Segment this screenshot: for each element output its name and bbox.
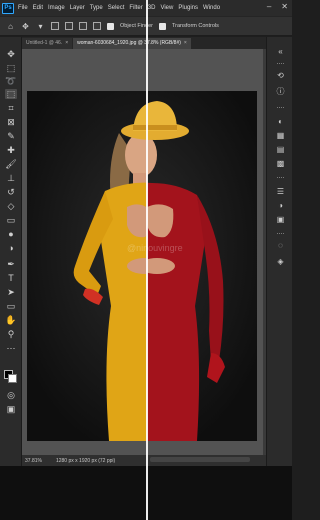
align-center-icon[interactable] <box>65 22 73 30</box>
panel-grip[interactable] <box>277 233 284 235</box>
history-icon[interactable]: ⟲ <box>275 71 286 81</box>
distribute-icon[interactable] <box>93 22 101 30</box>
minimize-icon[interactable]: – <box>267 2 271 11</box>
home-icon[interactable]: ⌂ <box>6 22 15 31</box>
pen-tool-icon[interactable]: ✒ <box>5 259 17 269</box>
healing-brush-icon[interactable]: ✚ <box>5 145 17 155</box>
background-color-swatch[interactable] <box>8 374 17 383</box>
tools-panel: ✥ ⬚ ➰ ⬚ ⌗ ⊠ ✎ ✚ 🖌 ⊥ ↺ ◇ ▭ ● ◑ ✒ T ➤ ▭ ✋ … <box>0 37 22 509</box>
color-panel-icon[interactable]: ◐ <box>275 117 286 127</box>
document-dimensions[interactable]: 1280 px x 1920 px (72 ppi) <box>56 458 115 464</box>
panel-grip[interactable] <box>277 107 284 109</box>
dropdown-icon[interactable]: ▾ <box>36 22 45 31</box>
canvas-area[interactable]: @ninouvingre <box>22 49 266 455</box>
brush-settings-icon[interactable]: ◌ <box>275 241 286 251</box>
info-icon[interactable]: ⓘ <box>275 87 286 97</box>
collapse-panels-icon[interactable]: « <box>275 47 286 57</box>
swatches-icon[interactable]: ▦ <box>275 131 286 141</box>
menu-plugins[interactable]: Plugins <box>178 5 198 11</box>
lasso-tool-icon[interactable]: ➰ <box>5 76 17 86</box>
brush-tool-icon[interactable]: 🖌 <box>5 159 17 169</box>
move-tool-icon[interactable]: ✥ <box>5 49 17 59</box>
photo-woman-dress: @ninouvingre <box>27 91 257 441</box>
menu-window[interactable]: Windo <box>203 5 220 11</box>
menu-edit[interactable]: Edit <box>33 5 43 11</box>
patterns-icon[interactable]: ▩ <box>275 159 286 169</box>
align-left-icon[interactable] <box>51 22 59 30</box>
adjustments-icon[interactable]: ◑ <box>275 201 286 211</box>
align-right-icon[interactable] <box>79 22 87 30</box>
crop-tool-icon[interactable]: ⌗ <box>5 103 17 113</box>
transform-controls-label: Transform Controls <box>172 23 219 29</box>
more-tools-icon[interactable]: ⋯ <box>5 343 17 353</box>
tab-untitled-label: Untitled-1 @ 46. <box>26 40 63 46</box>
libraries-icon[interactable]: ▣ <box>275 215 286 225</box>
document-canvas[interactable]: @ninouvingre <box>27 91 257 441</box>
before-after-divider[interactable] <box>146 0 148 520</box>
marquee-tool-icon[interactable]: ⬚ <box>5 63 17 73</box>
screen-mode-icon[interactable]: ▣ <box>5 404 17 414</box>
document-tabs: Untitled-1 @ 46. × woman-6030684_1920.jpg… <box>22 37 266 49</box>
object-finder-checkbox[interactable] <box>107 22 114 30</box>
tab-woman-label: woman-6030684_1920.jpg @ 37.8% (RGB/8#) <box>77 40 181 46</box>
panel-grip[interactable] <box>277 177 284 179</box>
eraser-tool-icon[interactable]: ◇ <box>5 201 17 211</box>
frame-tool-icon[interactable]: ⊠ <box>5 117 17 127</box>
type-tool-icon[interactable]: T <box>5 273 17 283</box>
object-finder-label: Object Finder <box>120 23 154 29</box>
menu-file[interactable]: File <box>18 5 28 11</box>
layers-icon[interactable]: ◈ <box>275 257 286 267</box>
clone-stamp-icon[interactable]: ⊥ <box>5 173 17 183</box>
tab-woman-image[interactable]: woman-6030684_1920.jpg @ 37.8% (RGB/8#) × <box>73 38 191 49</box>
close-icon[interactable]: × <box>65 40 68 46</box>
menu-view[interactable]: View <box>160 5 173 11</box>
menu-type[interactable]: Type <box>90 5 103 11</box>
path-selection-icon[interactable]: ➤ <box>5 287 17 297</box>
tab-untitled[interactable]: Untitled-1 @ 46. × <box>22 38 73 49</box>
eyedropper-tool-icon[interactable]: ✎ <box>5 131 17 141</box>
rectangle-tool-icon[interactable]: ▭ <box>5 301 17 311</box>
photoshop-logo[interactable]: Ps <box>2 2 14 14</box>
hand-tool-icon[interactable]: ✋ <box>5 315 17 325</box>
watermark: @ninouvingre <box>127 243 183 253</box>
menu-layer[interactable]: Layer <box>70 5 85 11</box>
menu-filter[interactable]: Filter <box>129 5 142 11</box>
close-icon[interactable]: × <box>184 40 187 46</box>
panel-dock: « ⟲ ⓘ ◐ ▦ ▤ ▩ ☰ ◑ ▣ ◌ ◈ <box>266 37 292 509</box>
properties-icon[interactable]: ☰ <box>275 187 286 197</box>
blur-tool-icon[interactable]: ● <box>5 229 17 239</box>
zoom-level[interactable]: 37.81% <box>25 458 42 464</box>
dodge-tool-icon[interactable]: ◑ <box>5 243 17 253</box>
gradient-tool-icon[interactable]: ▭ <box>5 215 17 225</box>
transform-controls-checkbox[interactable] <box>159 22 167 30</box>
move-tool-preset-icon[interactable]: ✥ <box>21 22 30 31</box>
zoom-tool-icon[interactable]: ⚲ <box>5 329 17 339</box>
history-brush-icon[interactable]: ↺ <box>5 187 17 197</box>
quick-mask-icon[interactable]: ◎ <box>5 390 17 400</box>
menu-select[interactable]: Select <box>108 5 125 11</box>
close-icon[interactable]: ✕ <box>281 2 288 11</box>
object-selection-tool-icon[interactable]: ⬚ <box>5 89 17 99</box>
menu-3d[interactable]: 3D <box>148 5 156 11</box>
gradients-icon[interactable]: ▤ <box>275 145 286 155</box>
menu-image[interactable]: Image <box>48 5 65 11</box>
panel-grip[interactable] <box>277 63 284 65</box>
horizontal-scrollbar[interactable] <box>150 457 250 462</box>
